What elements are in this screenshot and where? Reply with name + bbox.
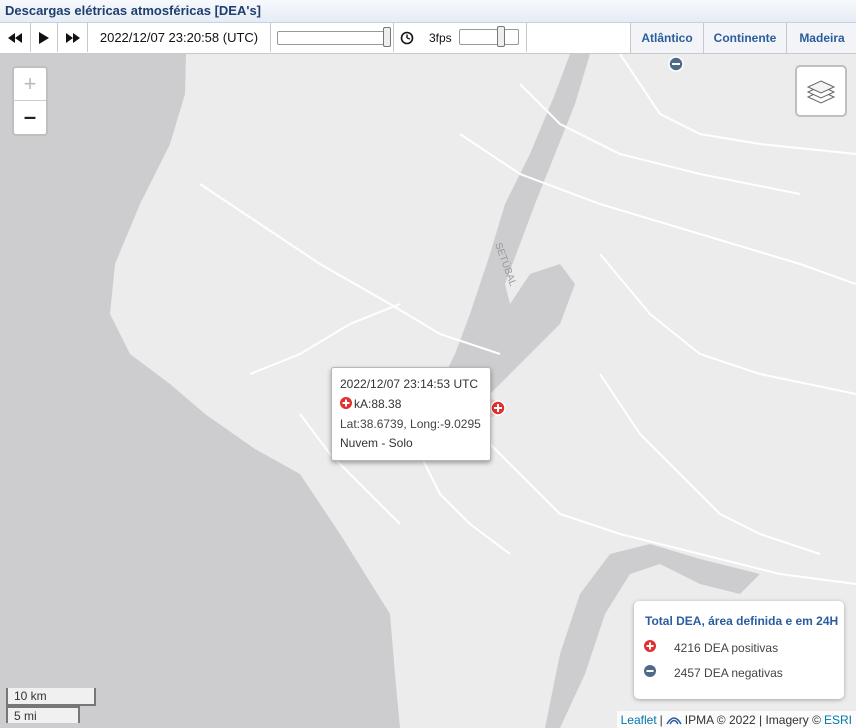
strike-popup: 2022/12/07 23:14:53 UTC kA:88.38 Lat:38.… <box>331 367 491 461</box>
scale-bar-metric: 10 km <box>6 688 96 706</box>
legend-negative-count: 2457 DEA negativas <box>674 666 783 680</box>
legend-title: Total DEA, área definida e em 24H <box>645 614 839 628</box>
scale-bar-imperial: 5 mi <box>6 706 80 723</box>
play-button[interactable] <box>31 23 58 52</box>
ipma-logo-icon <box>666 716 682 724</box>
speed-control: 3fps <box>394 23 527 52</box>
map-attribution: Leaflet | IPMA © 2022 | Imagery © ESRI <box>616 711 856 728</box>
negative-strike-icon <box>644 665 656 677</box>
app-title: Descargas elétricas atmosféricas [DEA's] <box>5 3 262 18</box>
legend-positive-count: 4216 DEA positivas <box>674 641 779 655</box>
fps-slider-handle[interactable] <box>497 26 505 47</box>
speed-clock-icon <box>400 31 414 45</box>
scale-metric-label: 10 km <box>14 689 47 703</box>
popup-current: kA:88.38 <box>354 397 402 411</box>
fps-slider-track[interactable] <box>459 29 519 45</box>
region-button-atlantico[interactable]: Atlântico <box>630 23 703 54</box>
title-bar: Descargas elétricas atmosféricas [DEA's] <box>0 0 856 23</box>
region-button-madeira[interactable]: Madeira <box>786 23 856 54</box>
legend-panel: Total DEA, área definida e em 24H 4216 D… <box>634 601 844 699</box>
legend-row-positive: 4216 DEA positivas <box>644 640 778 655</box>
legend-row-negative: 2457 DEA negativas <box>644 665 783 680</box>
positive-strike-icon <box>644 640 656 652</box>
fast-forward-button[interactable] <box>58 23 88 52</box>
play-icon <box>39 31 49 44</box>
fast-forward-icon <box>65 32 80 43</box>
esri-link[interactable]: ESRI <box>824 713 852 727</box>
current-timestamp: 2022/12/07 23:20:58 (UTC) <box>88 23 271 52</box>
layers-icon <box>806 80 836 104</box>
leaflet-link[interactable]: Leaflet <box>621 713 657 727</box>
popup-strike-type: Nuvem - Solo <box>340 436 413 450</box>
popup-time: 2022/12/07 23:14:53 UTC <box>340 377 479 391</box>
strike-marker-negative[interactable] <box>668 56 684 72</box>
popup-coordinates: Lat:38.6739, Long:-9.0295 <box>340 417 481 431</box>
time-slider-track[interactable] <box>277 31 389 45</box>
fps-label: 3fps <box>429 31 452 45</box>
time-slider-handle[interactable] <box>383 27 391 47</box>
positive-strike-icon <box>340 397 352 409</box>
ipma-attribution: IPMA © 2022 | Imagery © <box>684 712 821 727</box>
time-slider[interactable] <box>271 23 394 52</box>
zoom-in-button[interactable]: + <box>14 68 46 101</box>
rewind-icon <box>8 32 22 43</box>
scale-imperial-label: 5 mi <box>14 709 37 723</box>
layers-button[interactable] <box>795 65 847 117</box>
attribution-separator: | <box>659 712 663 727</box>
zoom-control: + – <box>12 66 48 136</box>
zoom-out-button[interactable]: – <box>14 101 46 133</box>
region-button-continente[interactable]: Continente <box>703 23 786 54</box>
rewind-button[interactable] <box>0 23 31 52</box>
